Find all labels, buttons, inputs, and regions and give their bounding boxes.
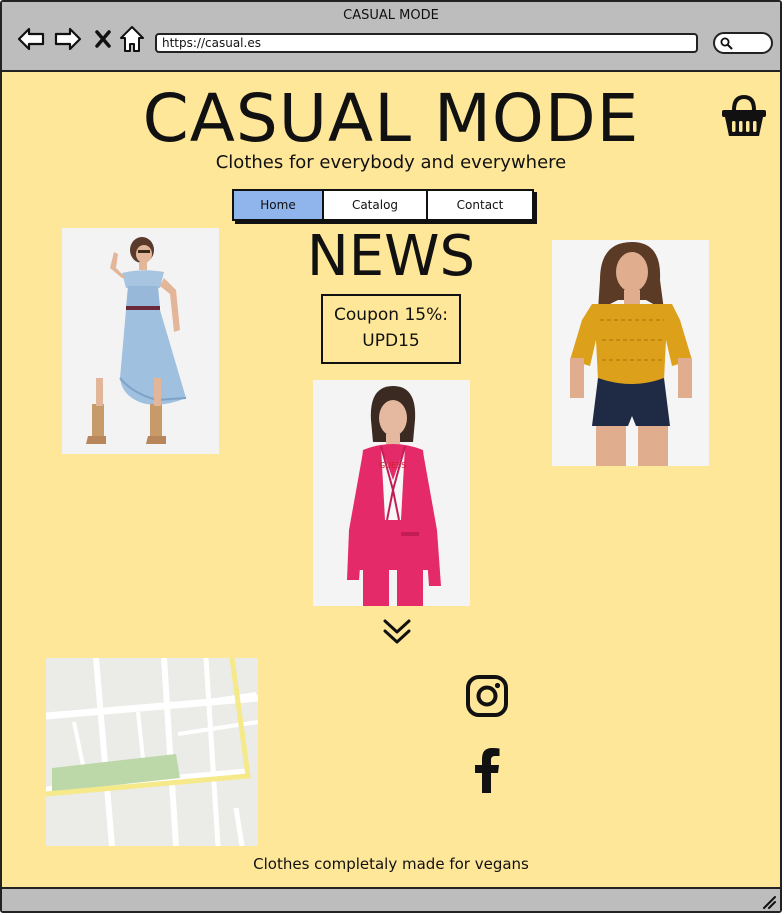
- facebook-icon: [475, 748, 500, 793]
- tab-contact[interactable]: Contact: [428, 191, 532, 219]
- close-icon: [95, 30, 111, 48]
- address-bar[interactable]: https://casual.es: [155, 33, 698, 53]
- instagram-icon: [466, 675, 508, 717]
- chevron-double-down-icon: [383, 619, 411, 644]
- store-location-map[interactable]: [46, 658, 258, 846]
- search-icon: [720, 37, 733, 50]
- main-nav-tabs: Home Catalog Contact: [232, 189, 534, 221]
- scroll-down-button[interactable]: [382, 617, 412, 647]
- tab-home[interactable]: Home: [234, 191, 324, 219]
- resize-handle-icon[interactable]: [760, 893, 776, 909]
- model-pink-suit-image: GUESS: [313, 380, 470, 606]
- shopping-basket-icon: [722, 94, 766, 136]
- home-icon: [120, 26, 144, 52]
- coupon-code: UPD15: [362, 331, 420, 351]
- page-content: CASUAL MODE Clothes for everybody and ev…: [2, 72, 780, 889]
- model-mustard-top-image: [552, 240, 709, 466]
- forward-button[interactable]: [53, 24, 83, 54]
- coupon-text: Coupon 15%:: [334, 305, 448, 325]
- browser-titlebar: CASUAL MODE https://casual.es: [2, 2, 780, 72]
- instagram-link[interactable]: [465, 674, 509, 718]
- back-arrow-icon: [17, 27, 45, 51]
- model-blue-dress-image: [62, 228, 219, 454]
- home-button[interactable]: [117, 24, 147, 54]
- forward-arrow-icon: [54, 27, 82, 51]
- facebook-link[interactable]: [472, 747, 502, 793]
- search-field[interactable]: [713, 32, 773, 54]
- site-title: CASUAL MODE: [142, 80, 640, 157]
- coupon-box: Coupon 15%: UPD15: [321, 294, 461, 364]
- stop-button[interactable]: [88, 24, 118, 54]
- browser-statusbar: [2, 887, 780, 911]
- site-tagline: Clothes for everybody and everywhere: [215, 152, 567, 173]
- product-photo-mustard-top[interactable]: [552, 240, 709, 466]
- browser-window: CASUAL MODE https://casual.es CASUAL MOD…: [0, 0, 782, 913]
- cart-button[interactable]: [720, 94, 768, 138]
- footer-text: Clothes completaly made for vegans: [253, 855, 529, 873]
- product-photo-blue-dress[interactable]: [62, 228, 219, 454]
- back-button[interactable]: [16, 24, 46, 54]
- svg-text:GUESS: GUESS: [379, 461, 406, 470]
- product-photo-pink-suit[interactable]: GUESS: [313, 380, 470, 606]
- map-image: [46, 658, 258, 846]
- tab-catalog[interactable]: Catalog: [324, 191, 428, 219]
- window-title: CASUAL MODE: [343, 8, 439, 23]
